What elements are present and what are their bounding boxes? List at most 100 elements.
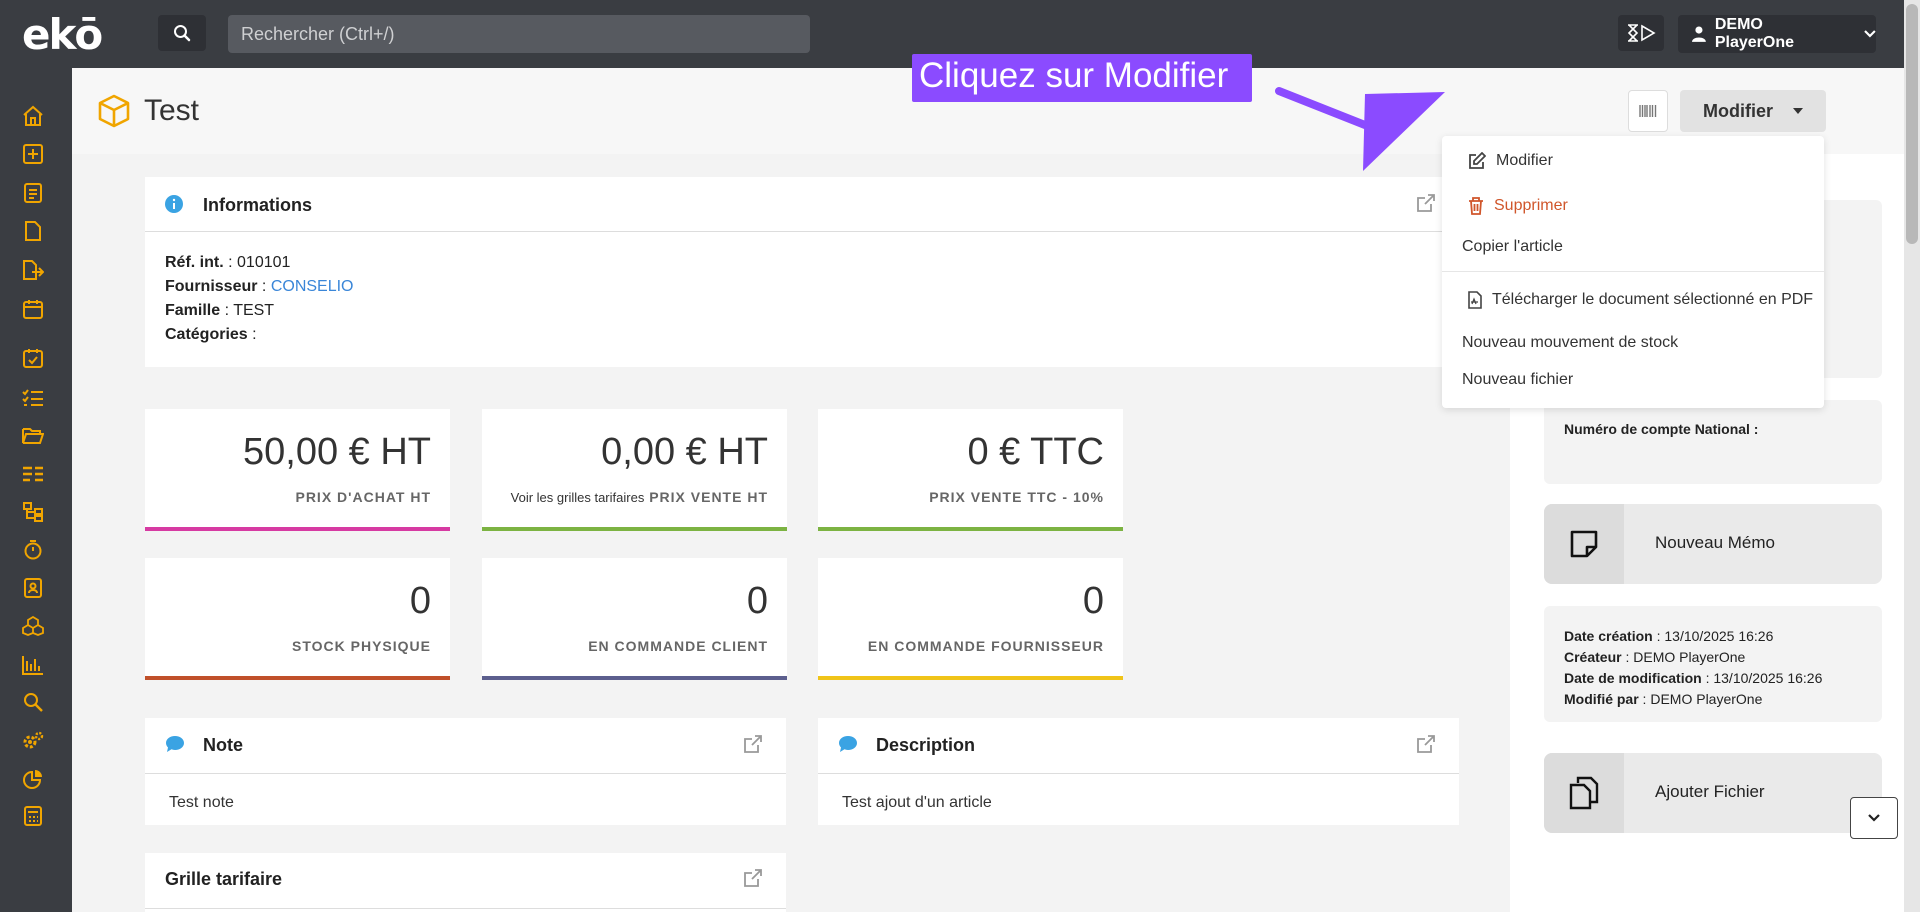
cube-icon [98, 94, 130, 128]
page-title: Test [144, 94, 200, 127]
nouveau-memo-button[interactable]: Nouveau Mémo [1544, 504, 1882, 584]
kpi-value: 0 € TTC [967, 431, 1104, 473]
external-link-icon[interactable] [1417, 735, 1435, 753]
kpi-card-prix-vente-ttc: 0 € TTC PRIX VENTE TTC - 10% [818, 409, 1123, 531]
kpi-card-commande-fournisseur: 0 EN COMMANDE FOURNISSEUR [818, 558, 1123, 680]
calendar-icon[interactable] [21, 297, 45, 321]
grilles-tarifaires-link[interactable]: Voir les grilles tarifaires [511, 490, 645, 505]
card-divider [145, 231, 1459, 232]
informations-title: Informations [203, 195, 313, 215]
document-icon[interactable] [21, 219, 45, 243]
external-link-icon[interactable] [744, 735, 762, 753]
fournisseur-row: Fournisseur : CONSELIO [165, 278, 354, 295]
comment-icon [839, 736, 857, 752]
compte-national-panel: Numéro de compte National : [1544, 400, 1882, 484]
bar-chart-icon[interactable] [21, 653, 45, 677]
kpi-color-bar [818, 527, 1123, 531]
ajouter-fichier-label: Ajouter Fichier [1655, 782, 1765, 801]
contact-card-icon[interactable] [21, 576, 45, 600]
calendar-check-icon[interactable] [21, 346, 45, 370]
barcode-button[interactable] [1628, 90, 1668, 132]
tutorial-arrow-icon [1275, 87, 1445, 171]
external-link-icon[interactable] [744, 869, 762, 887]
fournisseur-link[interactable]: CONSELIO [271, 278, 354, 295]
kpi-label: Voir les grilles tarifaires PRIX VENTE H… [510, 489, 768, 505]
scrollbar-thumb[interactable] [1906, 4, 1918, 244]
kpi-value: 50,00 € HT [243, 431, 431, 473]
external-link-icon[interactable] [1417, 194, 1435, 212]
caret-down-icon [1793, 108, 1803, 114]
task-list-icon[interactable] [21, 386, 45, 410]
metadata-panel: Date création : 13/10/2025 16:26 Créateu… [1544, 606, 1882, 722]
informations-card: Informations Réf. int. : 010101 Fourniss… [145, 177, 1459, 367]
hourglass-play-icon [1627, 24, 1656, 42]
note-body: Test note [169, 794, 234, 811]
modifie-par-row: Modifié par : DEMO PlayerOne [1564, 691, 1763, 707]
tools-list-icon[interactable] [21, 462, 45, 486]
search-button[interactable] [158, 15, 206, 51]
kpi-card-prix-vente: 0,00 € HT Voir les grilles tarifaires PR… [482, 409, 787, 531]
nouveau-memo-label: Nouveau Mémo [1655, 533, 1776, 552]
ajouter-fichier-button[interactable]: Ajouter Fichier [1544, 753, 1882, 833]
tutorial-tooltip: Cliquez sur Modifier [912, 54, 1252, 102]
menu-item-modifier[interactable]: Modifier [1468, 152, 1553, 170]
description-body: Test ajout d'un article [842, 794, 992, 811]
date-modif-row: Date de modification : 13/10/2025 16:26 [1564, 670, 1823, 686]
edit-icon [1469, 152, 1486, 169]
kpi-value: 0,00 € HT [601, 431, 768, 473]
magnifier-icon[interactable] [21, 690, 45, 714]
kpi-label: PRIX D'ACHAT HT [295, 489, 431, 505]
pdf-icon [1468, 291, 1482, 309]
createur-row: Créateur : DEMO PlayerOne [1564, 649, 1746, 665]
stopwatch-icon[interactable] [21, 538, 45, 562]
modifier-dropdown-button[interactable]: Modifier [1680, 90, 1826, 132]
kpi-label: EN COMMANDE FOURNISSEUR [867, 638, 1104, 654]
kpi-color-bar [818, 676, 1123, 680]
search-input[interactable] [228, 15, 810, 53]
kpi-value: 0 [409, 580, 431, 622]
grille-tarifaire-title: Grille tarifaire [165, 869, 283, 889]
menu-item-supprimer[interactable]: Supprimer [1468, 197, 1568, 215]
copy-files-icon [1544, 753, 1624, 833]
kpi-color-bar [145, 527, 450, 531]
timer-play-button[interactable] [1618, 15, 1664, 51]
card-divider [818, 773, 1459, 774]
add-box-icon[interactable] [21, 142, 45, 166]
home-icon[interactable] [21, 104, 45, 128]
modifier-dropdown-menu: Modifier Supprimer Copier l'article Télé… [1442, 136, 1824, 408]
categories-row: Catégories : [165, 326, 257, 343]
user-menu[interactable]: DEMO PlayerOne [1678, 15, 1876, 53]
boxes-icon[interactable] [21, 614, 45, 638]
date-creation-row: Date création : 13/10/2025 16:26 [1564, 628, 1774, 644]
kpi-label: STOCK PHYSIQUE [292, 638, 431, 654]
modifier-button-label: Modifier [1703, 100, 1773, 121]
settings-gears-icon[interactable] [21, 729, 45, 753]
card-divider [145, 773, 786, 774]
calculator-icon[interactable] [21, 804, 45, 828]
list-doc-icon[interactable] [21, 181, 45, 205]
kpi-color-bar [482, 527, 787, 531]
kpi-value: 0 [1082, 580, 1104, 622]
menu-item-mouvement-stock[interactable]: Nouveau mouvement de stock [1462, 334, 1678, 352]
pie-chart-icon[interactable] [21, 767, 45, 791]
search-icon [174, 25, 191, 42]
menu-item-nouveau-fichier[interactable]: Nouveau fichier [1462, 371, 1573, 389]
folder-open-icon[interactable] [21, 424, 45, 448]
grille-tarifaire-card: Grille tarifaire [145, 853, 786, 912]
chevron-down-icon [1868, 814, 1880, 822]
menu-item-copier[interactable]: Copier l'article [1462, 238, 1563, 256]
file-export-icon[interactable] [21, 258, 45, 282]
scroll-down-button[interactable] [1850, 797, 1898, 839]
chevron-down-icon [1864, 30, 1876, 38]
user-icon [1692, 26, 1706, 42]
kpi-value: 0 [746, 580, 768, 622]
app-logo[interactable]: ekō [22, 10, 103, 59]
hierarchy-icon[interactable] [21, 500, 45, 524]
note-title: Note [203, 735, 243, 755]
menu-item-telecharger-pdf[interactable]: Télécharger le document sélectionné en P… [1468, 291, 1813, 309]
compte-national-label: Numéro de compte National : [1564, 421, 1759, 437]
note-card: Note Test note [145, 718, 786, 825]
trash-icon [1469, 197, 1483, 215]
comment-icon [166, 736, 184, 752]
kpi-color-bar [482, 676, 787, 680]
